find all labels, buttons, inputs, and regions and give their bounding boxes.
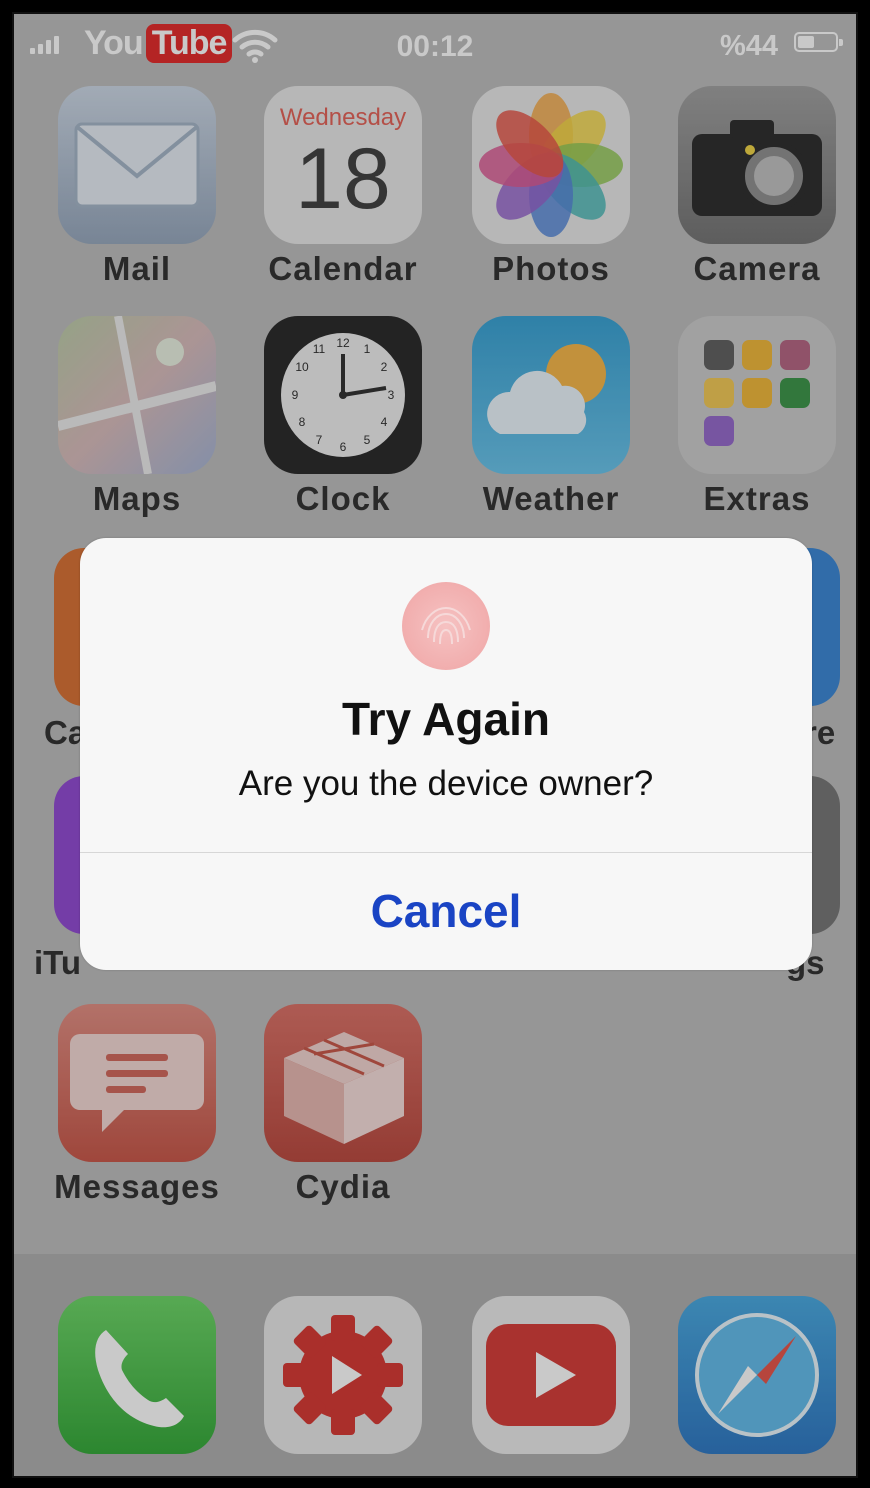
alert-message: Are you the device owner?	[238, 764, 654, 803]
phone-screen: You Tube 00:12 %44 Mail Wednesday 18 Cal…	[12, 12, 858, 1478]
alert-title: Try Again	[342, 693, 550, 745]
touch-id-alert: Try Again Are you the device owner? Canc…	[80, 538, 812, 970]
cancel-button[interactable]: Cancel	[80, 853, 812, 970]
fingerprint-icon	[402, 582, 490, 670]
